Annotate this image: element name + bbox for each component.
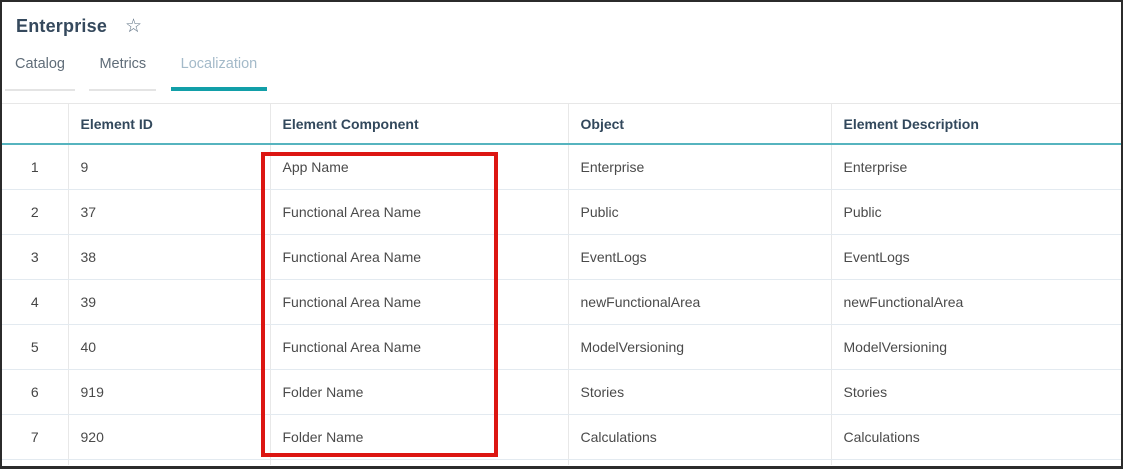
element-id-cell: 39	[68, 280, 270, 325]
row-number-cell: 5	[2, 325, 68, 370]
element-description-cell: EventLogs	[831, 235, 1121, 280]
object-cell: Public	[568, 190, 831, 235]
table-row[interactable]: 1 9 App Name Enterprise Enterprise	[2, 144, 1121, 190]
element-description-cell: Enterprise	[831, 144, 1121, 190]
table-row[interactable]: 6 919 Folder Name Stories Stories	[2, 370, 1121, 415]
header-element-component: Element Component	[270, 104, 568, 145]
element-description-cell: Stories	[831, 370, 1121, 415]
object-cell: Enterprise	[568, 144, 831, 190]
header-element-id: Element ID	[68, 104, 270, 145]
element-id-cell: 9	[68, 144, 270, 190]
table-row[interactable]: 4 39 Functional Area Name newFunctionalA…	[2, 280, 1121, 325]
header-row-number	[2, 104, 68, 145]
element-description-cell: newFunctionalArea	[831, 280, 1121, 325]
row-number-cell: 1	[2, 144, 68, 190]
element-id-cell: 919	[68, 370, 270, 415]
table-row[interactable]: 5 40 Functional Area Name ModelVersionin…	[2, 325, 1121, 370]
element-id-cell: 37	[68, 190, 270, 235]
page-title-row: Enterprise ☆	[16, 16, 1121, 37]
row-number-cell: 4	[2, 280, 68, 325]
row-number-cell: 6	[2, 370, 68, 415]
element-component-cell: Functional Area Name	[270, 280, 568, 325]
element-component-cell: Folder Name	[270, 415, 568, 460]
element-description-cell: ModelVersioning	[831, 325, 1121, 370]
element-component-cell: Functional Area Name	[270, 190, 568, 235]
object-cell: Calculations	[568, 415, 831, 460]
localization-table: Element ID Element Component Object Elem…	[2, 103, 1121, 465]
object-cell: ModelVersioning	[568, 325, 831, 370]
localization-table-area: Element ID Element Component Object Elem…	[2, 103, 1121, 466]
element-component-cell: Functional Area Name	[270, 235, 568, 280]
table-header-row: Element ID Element Component Object Elem…	[2, 104, 1121, 145]
table-row[interactable]: 2 37 Functional Area Name Public Public	[2, 190, 1121, 235]
header-object: Object	[568, 104, 831, 145]
element-id-cell: 920	[68, 415, 270, 460]
page-header: Enterprise ☆ Catalog Metrics Localizatio…	[2, 2, 1121, 91]
tab-metrics[interactable]: Metrics	[89, 54, 156, 91]
table-row[interactable]: 3 38 Functional Area Name EventLogs Even…	[2, 235, 1121, 280]
object-cell: EventLogs	[568, 235, 831, 280]
element-description-cell: Public	[831, 190, 1121, 235]
row-number-cell: 3	[2, 235, 68, 280]
favorite-star-icon[interactable]: ☆	[125, 17, 142, 36]
object-cell: newFunctionalArea	[568, 280, 831, 325]
header-element-description: Element Description	[831, 104, 1121, 145]
row-number-cell: 7	[2, 415, 68, 460]
element-component-cell: Folder Name	[270, 370, 568, 415]
table-row[interactable]: 7 920 Folder Name Calculations Calculati…	[2, 415, 1121, 460]
element-id-cell: 40	[68, 325, 270, 370]
element-id-cell: 38	[68, 235, 270, 280]
element-component-cell: Functional Area Name	[270, 325, 568, 370]
object-cell: Stories	[568, 370, 831, 415]
empty-partial-row	[2, 460, 1121, 466]
element-component-cell: App Name	[270, 144, 568, 190]
row-number-cell: 2	[2, 190, 68, 235]
tab-bar: Catalog Metrics Localization	[2, 54, 1121, 91]
tab-catalog[interactable]: Catalog	[5, 54, 75, 91]
element-description-cell: Calculations	[831, 415, 1121, 460]
tab-localization[interactable]: Localization	[171, 54, 268, 91]
page-title: Enterprise	[16, 16, 107, 37]
